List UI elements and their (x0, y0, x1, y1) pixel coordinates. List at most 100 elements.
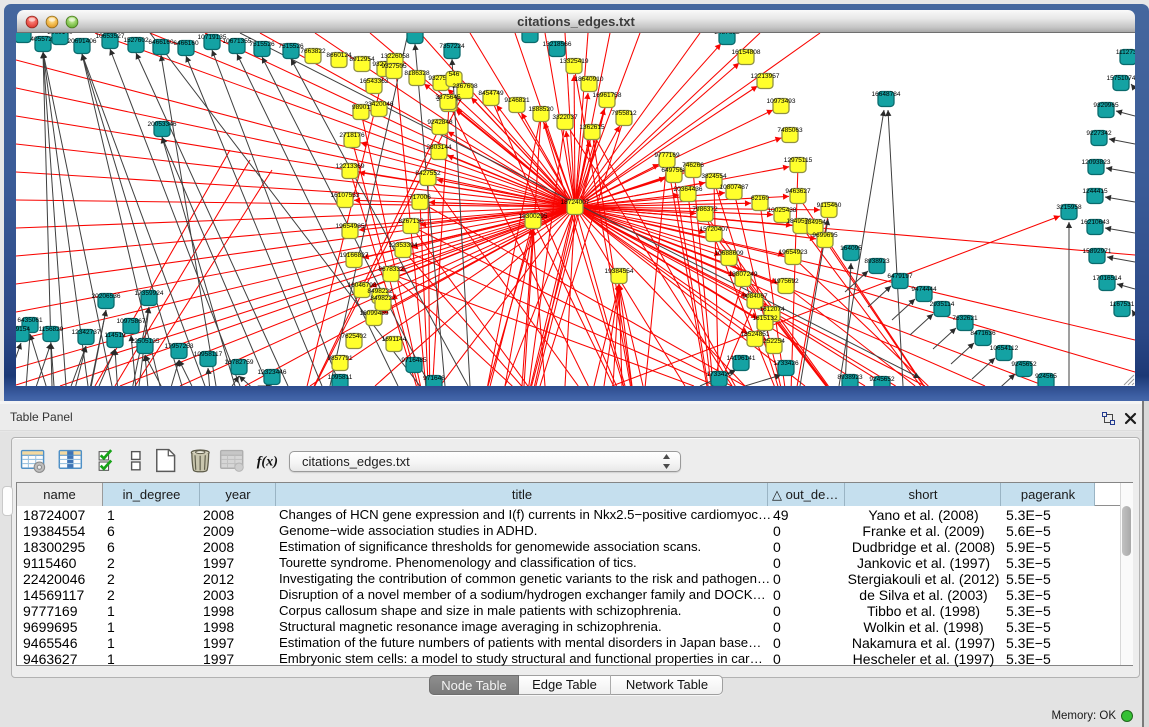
svg-text:12505135: 12505135 (131, 338, 160, 345)
svg-text:13325419: 13325419 (560, 58, 589, 65)
svg-text:10671355: 10671355 (223, 38, 252, 45)
svg-text:15751074: 15751074 (1107, 75, 1135, 82)
svg-text:252254: 252254 (763, 338, 785, 345)
svg-text:1733426: 1733426 (706, 371, 732, 378)
svg-text:10975867: 10975867 (117, 318, 146, 325)
svg-text:f(x): f(x) (257, 454, 278, 470)
svg-text:7625402: 7625402 (341, 333, 367, 340)
svg-text:20364436: 20364436 (674, 186, 703, 193)
svg-text:3215958: 3215958 (1056, 204, 1082, 211)
svg-text:17957253: 17957253 (165, 343, 194, 350)
svg-text:9084067: 9084067 (742, 293, 768, 300)
svg-text:16210643: 16210643 (1081, 219, 1110, 226)
svg-text:1733426: 1733426 (773, 360, 799, 367)
svg-text:10807487: 10807487 (720, 184, 749, 191)
svg-text:717006: 717006 (409, 194, 431, 201)
svg-text:17016514: 17016514 (1093, 275, 1122, 282)
svg-text:1588520: 1588520 (528, 106, 554, 113)
svg-text:8678332: 8678332 (378, 266, 404, 273)
svg-text:8813054: 8813054 (517, 33, 543, 34)
svg-text:8938923: 8938923 (837, 374, 863, 381)
svg-text:2803144: 2803144 (426, 144, 452, 151)
svg-text:9227342: 9227342 (1086, 130, 1112, 137)
svg-text:18640910: 18640910 (575, 76, 604, 83)
svg-text:1691144: 1691144 (382, 336, 407, 343)
svg-text:9245652: 9245652 (1011, 361, 1037, 368)
svg-text:18300295: 18300295 (519, 213, 548, 220)
svg-text:1244415: 1244415 (1082, 188, 1108, 195)
svg-text:13226058: 13226058 (381, 53, 410, 60)
svg-text:8498222: 8498222 (367, 288, 393, 295)
svg-text:6466160: 6466160 (148, 39, 174, 46)
svg-text:18724007: 18724007 (561, 199, 590, 206)
svg-text:7632621: 7632621 (952, 315, 978, 322)
svg-text:16033809: 16033809 (401, 33, 430, 35)
svg-text:10973493: 10973493 (767, 98, 796, 105)
svg-text:7955812: 7955812 (611, 110, 637, 117)
svg-text:2487682: 2487682 (714, 33, 740, 36)
svg-text:20691406: 20691406 (68, 38, 97, 45)
svg-text:16543362: 16543362 (360, 78, 389, 85)
svg-text:9242848: 9242848 (427, 119, 453, 126)
svg-text:8427552: 8427552 (415, 170, 441, 177)
svg-text:6466160: 6466160 (173, 40, 199, 47)
svg-text:15720407: 15720407 (700, 226, 729, 233)
svg-text:8267130: 8267130 (398, 218, 424, 225)
svg-text:9329965: 9329965 (1093, 102, 1119, 109)
svg-text:9474444: 9474444 (911, 286, 937, 293)
svg-text:9699695: 9699695 (812, 232, 838, 239)
svg-text:7515526: 7515526 (249, 41, 275, 48)
svg-text:12213957: 12213957 (751, 73, 780, 80)
svg-text:12975115: 12975115 (784, 157, 813, 164)
svg-text:17359924: 17359924 (135, 290, 164, 297)
svg-text:19654985: 19654985 (336, 223, 365, 230)
svg-text:16961758: 16961758 (593, 92, 622, 99)
svg-text:7485063: 7485063 (777, 127, 803, 134)
svg-text:6479197: 6479197 (887, 273, 913, 280)
svg-text:1527602: 1527602 (123, 37, 149, 44)
svg-text:98901: 98901 (352, 104, 370, 111)
svg-text:20053346: 20053346 (148, 121, 177, 128)
svg-text:8912954: 8912954 (349, 56, 375, 63)
svg-text:10958117: 10958117 (194, 351, 223, 358)
svg-text:546: 546 (449, 71, 460, 78)
svg-text:16782759: 16782759 (225, 359, 254, 366)
svg-text:1612074: 1612074 (759, 306, 785, 313)
svg-text:39154: 39154 (16, 326, 30, 333)
svg-text:19654923: 19654923 (779, 249, 808, 256)
svg-text:971648: 971648 (423, 375, 445, 382)
svg-text:1095811: 1095811 (328, 374, 353, 381)
svg-text:114519: 114519 (104, 332, 126, 339)
svg-text:2367608: 2367608 (452, 83, 478, 90)
svg-text:924565: 924565 (1035, 373, 1057, 380)
svg-text:8660124: 8660124 (326, 52, 352, 59)
svg-text:2718176: 2718176 (339, 132, 365, 139)
svg-text:184954: 184954 (804, 219, 826, 226)
svg-text:12213369: 12213369 (336, 163, 365, 170)
svg-text:10653527: 10653527 (96, 33, 125, 40)
svg-text:13218566: 13218566 (543, 41, 572, 48)
svg-text:8471636: 8471636 (970, 330, 996, 337)
svg-text:12353394: 12353394 (389, 242, 418, 249)
svg-text:10688609: 10688609 (715, 250, 744, 257)
svg-text:3322037: 3322037 (552, 114, 578, 121)
svg-text:12342737: 12342737 (72, 329, 101, 336)
svg-text:1167531: 1167531 (1110, 301, 1135, 308)
svg-text:746266: 746266 (682, 162, 704, 169)
svg-text:1112731: 1112731 (1116, 49, 1135, 56)
svg-text:2069140: 2069140 (47, 33, 73, 36)
svg-text:1362615: 1362615 (579, 124, 605, 131)
svg-text:16648784: 16648784 (872, 91, 901, 98)
svg-text:10025438: 10025438 (768, 207, 797, 214)
svg-text:10654112: 10654112 (990, 345, 1019, 352)
svg-text:1615132: 1615132 (752, 315, 778, 322)
svg-text:1405572: 1405572 (16, 33, 36, 34)
svg-text:9463627: 9463627 (785, 188, 811, 195)
svg-text:19384554: 19384554 (605, 268, 634, 275)
svg-text:6435061: 6435061 (17, 317, 43, 324)
svg-text:8454749: 8454749 (478, 90, 504, 97)
svg-text:14196141: 14196141 (727, 355, 756, 362)
svg-text:9857791: 9857791 (327, 355, 353, 362)
svg-text:16107553: 16107553 (331, 192, 360, 199)
svg-text:9245652: 9245652 (869, 376, 895, 383)
